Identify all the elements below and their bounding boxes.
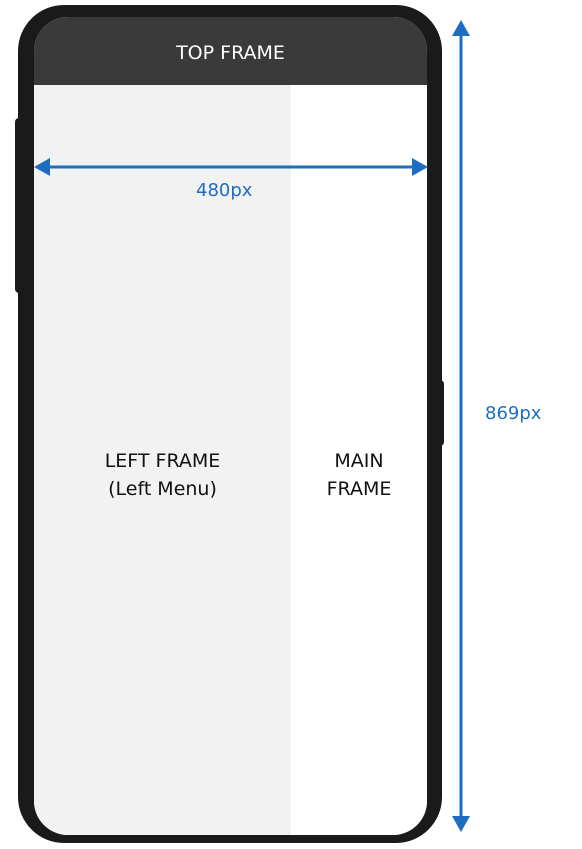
height-dimension-label: 869px: [485, 403, 542, 424]
height-dimension-arrow: [452, 20, 470, 832]
width-dimension-label: 480px: [196, 180, 253, 201]
dimension-arrows: [34, 20, 470, 832]
width-arrowhead-right: [412, 158, 428, 176]
mobile-layout-diagram: TOP FRAME LEFT FRAME (Left Menu) MAIN FR…: [0, 0, 582, 849]
height-arrowhead-top: [452, 20, 470, 36]
width-dimension-arrow: [34, 158, 428, 176]
height-arrowhead-bottom: [452, 816, 470, 832]
width-arrowhead-left: [34, 158, 50, 176]
